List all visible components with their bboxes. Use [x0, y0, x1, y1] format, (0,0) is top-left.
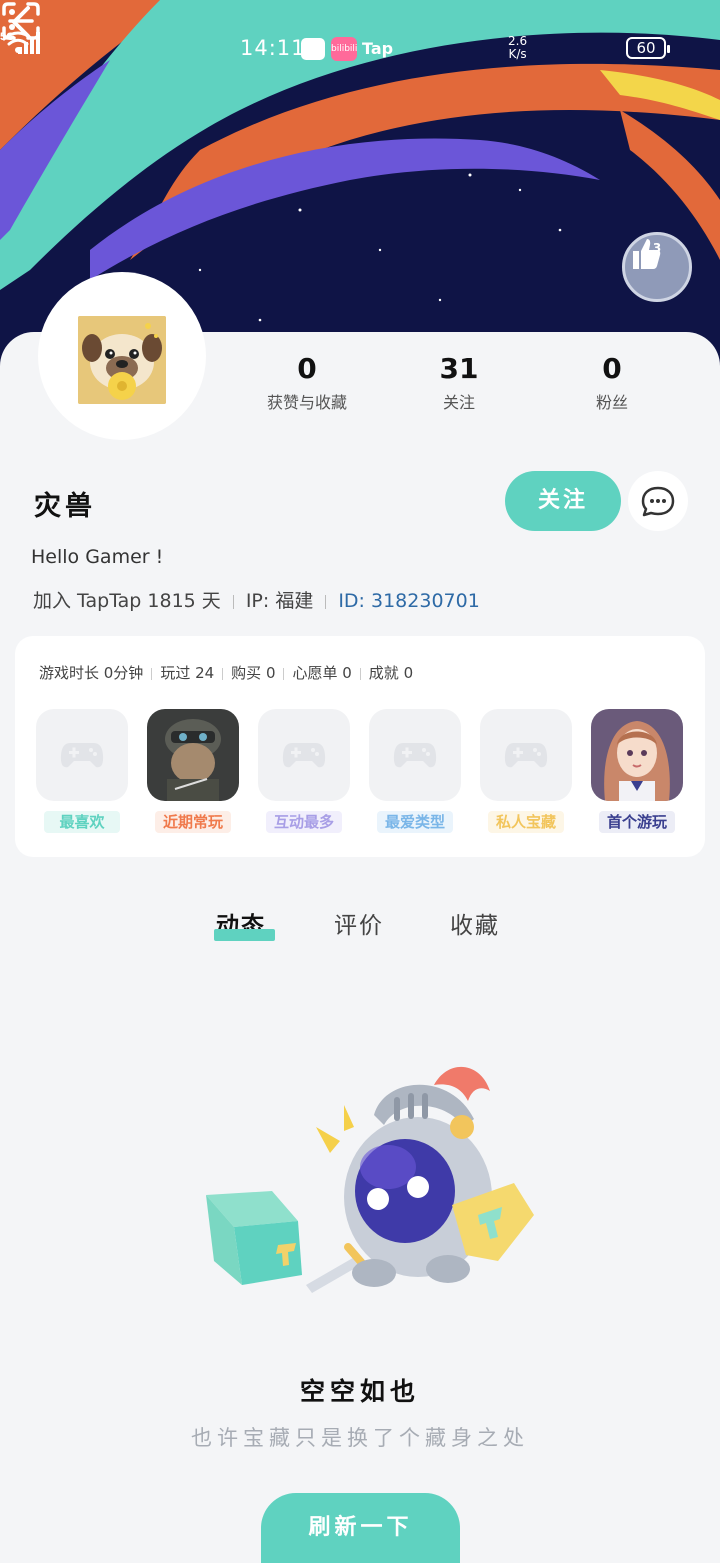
bilibili-notification-icon: bilibili — [331, 37, 357, 61]
slot-label: 互动最多 — [266, 811, 342, 833]
stat-followers-value: 0 — [602, 352, 622, 385]
divider — [325, 594, 327, 609]
soldier-game-cover — [147, 709, 239, 801]
slot-label: 私人宝藏 — [488, 811, 564, 833]
stat-following-value: 31 — [439, 352, 479, 385]
divider — [283, 667, 285, 680]
game-stats-row: 游戏时长 0分钟 玩过 24 购买 0 心愿单 0 成就 0 — [39, 662, 413, 683]
stat-followers[interactable]: 0 粉丝 — [537, 352, 687, 413]
network-speed-unit: K/s — [508, 47, 527, 61]
slot-placeholder — [36, 709, 128, 801]
app-notification-icon — [301, 38, 325, 60]
gamepad-icon — [282, 743, 326, 768]
stat-likes-label: 获赞与收藏 — [266, 393, 347, 412]
nickname: 灾兽 — [34, 491, 96, 522]
profile-stats: 0 获赞与收藏 31 关注 0 粉丝 — [230, 352, 690, 422]
wishlist-count[interactable]: 心愿单 0 — [292, 664, 351, 682]
game-slot-first[interactable]: 首个游玩 — [591, 709, 683, 833]
tab-reviews[interactable]: 评价 — [334, 906, 384, 940]
status-time: 14:11 — [240, 36, 306, 60]
tab-favorites[interactable]: 收藏 — [450, 906, 500, 940]
knight-treasure-illustration — [206, 1066, 534, 1293]
network-speed: 2.6 K/s — [508, 35, 527, 61]
user-id[interactable]: ID: 318230701 — [338, 590, 479, 612]
network-speed-value: 2.6 — [508, 34, 528, 48]
chat-bubble-icon — [641, 486, 675, 517]
gamepad-icon — [393, 743, 437, 768]
slot-placeholder — [369, 709, 461, 801]
ip-location: IP: 福建 — [245, 590, 314, 612]
played-count[interactable]: 玩过 24 — [160, 664, 214, 682]
slot-label: 首个游玩 — [599, 811, 675, 833]
more-options-icon[interactable] — [0, 0, 24, 40]
message-button[interactable] — [628, 471, 688, 531]
divider — [232, 594, 234, 609]
game-slot-favorite[interactable]: 最喜欢 — [36, 709, 128, 833]
divider — [359, 667, 361, 680]
anime-girl-game-cover — [591, 709, 683, 801]
gamepad-icon — [60, 743, 104, 768]
divider — [222, 667, 224, 680]
achievement-count[interactable]: 成就 0 — [369, 664, 413, 682]
game-summary-panel: 游戏时长 0分钟 玩过 24 购买 0 心愿单 0 成就 0 最喜欢 近期常玩 … — [15, 636, 705, 857]
stat-followers-label: 粉丝 — [595, 393, 628, 412]
taptap-notification-icon: Tap — [362, 39, 394, 58]
gamepad-icon — [504, 743, 548, 768]
slot-placeholder — [258, 709, 350, 801]
follow-button[interactable]: 关注 — [505, 471, 621, 531]
thumbs-up-icon — [633, 239, 661, 269]
active-tab-indicator — [214, 929, 275, 941]
slot-placeholder — [480, 709, 572, 801]
slot-label: 近期常玩 — [155, 811, 231, 833]
stat-following-label: 关注 — [442, 393, 475, 412]
slot-label: 最爱类型 — [377, 811, 453, 833]
play-time[interactable]: 游戏时长 0分钟 — [39, 664, 143, 682]
game-cover-image — [147, 709, 239, 801]
empty-state-title: 空空如也 — [299, 1377, 420, 1406]
avatar-frame[interactable] — [38, 272, 206, 440]
battery-indicator: 60 — [626, 37, 670, 59]
avatar — [78, 316, 166, 404]
game-slot-recent[interactable]: 近期常玩 — [147, 709, 239, 833]
pug-avatar-image — [78, 316, 166, 404]
content-tabs: 动态 评价 收藏 — [0, 900, 720, 950]
stat-likes-value: 0 — [297, 352, 317, 385]
empty-state-subtitle: 也许宝藏只是换了个藏身之处 — [191, 1426, 529, 1450]
game-slot-genre[interactable]: 最爱类型 — [369, 709, 461, 833]
game-slot-interactive[interactable]: 互动最多 — [258, 709, 350, 833]
join-days: 加入 TapTap 1815 天 — [33, 590, 221, 612]
profile-meta: 加入 TapTap 1815 天 IP: 福建 ID: 318230701 — [33, 586, 480, 613]
profile-bio: Hello Gamer ! — [31, 546, 164, 568]
status-bar: 14:11 bilibili Tap 2.6 K/s 5G 60 — [0, 30, 720, 66]
refresh-button[interactable]: 刷新一下 — [261, 1493, 460, 1563]
divider — [151, 667, 153, 680]
stat-following[interactable]: 31 关注 — [384, 352, 534, 413]
purchase-count[interactable]: 购买 0 — [231, 664, 275, 682]
slot-label: 最喜欢 — [44, 811, 120, 833]
thumbs-up-badge[interactable]: 3 — [622, 232, 692, 302]
game-slot-treasure[interactable]: 私人宝藏 — [480, 709, 572, 833]
stat-likes[interactable]: 0 获赞与收藏 — [232, 352, 382, 413]
game-cover-image — [591, 709, 683, 801]
